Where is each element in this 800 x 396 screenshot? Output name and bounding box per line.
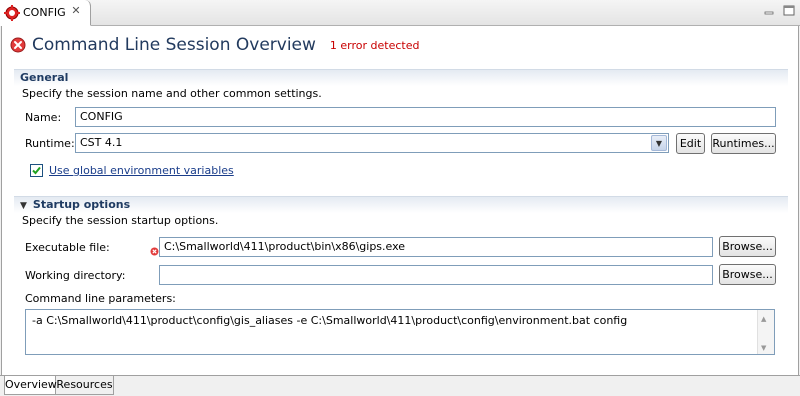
cmdline-value: -a C:\Smallworld\411\product\config\gis_… (32, 314, 628, 327)
minimize-icon[interactable] (762, 4, 776, 18)
section-startup-description: Specify the session startup options. (22, 214, 219, 227)
editor-tab-strip: CONFIG ✕ (0, 0, 800, 26)
runtime-label: Runtime: (25, 137, 75, 150)
executable-label: Executable file: (25, 241, 110, 254)
editor-tab-config[interactable]: CONFIG ✕ (0, 0, 91, 26)
section-general-description: Specify the session name and other commo… (22, 87, 322, 100)
form-header: Command Line Session Overview 1 error de… (10, 34, 420, 56)
chevron-down-icon[interactable]: ▼ (651, 135, 667, 151)
section-startup-title: Startup options (32, 198, 131, 211)
scroll-down-icon[interactable]: ▼ (761, 342, 766, 354)
tab-overview[interactable]: Overview (4, 376, 57, 395)
section-general-title: General (20, 71, 69, 84)
executable-field[interactable]: C:\Smallworld\411\product\bin\x86\gips.e… (159, 237, 713, 257)
scroll-up-icon[interactable]: ▲ (761, 313, 766, 326)
form-body: Command Line Session Overview 1 error de… (1, 26, 799, 375)
maximize-icon[interactable] (782, 4, 796, 18)
error-message[interactable]: 1 error detected (330, 39, 420, 52)
field-error-icon (150, 246, 159, 256)
browse-working-dir-button[interactable]: Browse... (719, 264, 776, 285)
runtime-combo[interactable]: CST 4.1 ▼ (75, 133, 669, 153)
edit-button[interactable]: Edit (676, 133, 705, 154)
name-field[interactable]: CONFIG (75, 107, 776, 127)
form-title: Command Line Session Overview (32, 35, 316, 55)
page-tabs: Overview Resources (0, 375, 800, 396)
use-global-env-checkbox[interactable] (30, 164, 43, 177)
checkmark-icon (32, 166, 41, 175)
editor-tab-label: CONFIG (23, 6, 66, 19)
tab-resources[interactable]: Resources (56, 376, 114, 395)
name-label: Name: (25, 111, 62, 124)
cmdline-textarea[interactable]: -a C:\Smallworld\411\product\config\gis_… (25, 309, 775, 355)
section-general-heading[interactable]: General (14, 69, 788, 86)
runtimes-button[interactable]: Runtimes... (711, 133, 776, 154)
use-global-env-label[interactable]: Use global environment variables (49, 164, 234, 177)
expand-triangle-icon[interactable]: ▼ (20, 199, 27, 214)
vertical-scrollbar[interactable]: ▲ ▼ (757, 310, 774, 354)
config-session-icon (4, 5, 20, 21)
error-icon (10, 37, 26, 53)
working-dir-label: Working directory: (25, 269, 126, 282)
cmdline-label: Command line parameters: (25, 292, 176, 305)
runtime-value: CST 4.1 (80, 136, 123, 149)
close-icon[interactable]: ✕ (69, 4, 83, 18)
working-dir-field[interactable] (159, 265, 713, 285)
section-startup-heading[interactable]: ▼ Startup options (14, 196, 788, 213)
browse-executable-button[interactable]: Browse... (719, 236, 776, 257)
